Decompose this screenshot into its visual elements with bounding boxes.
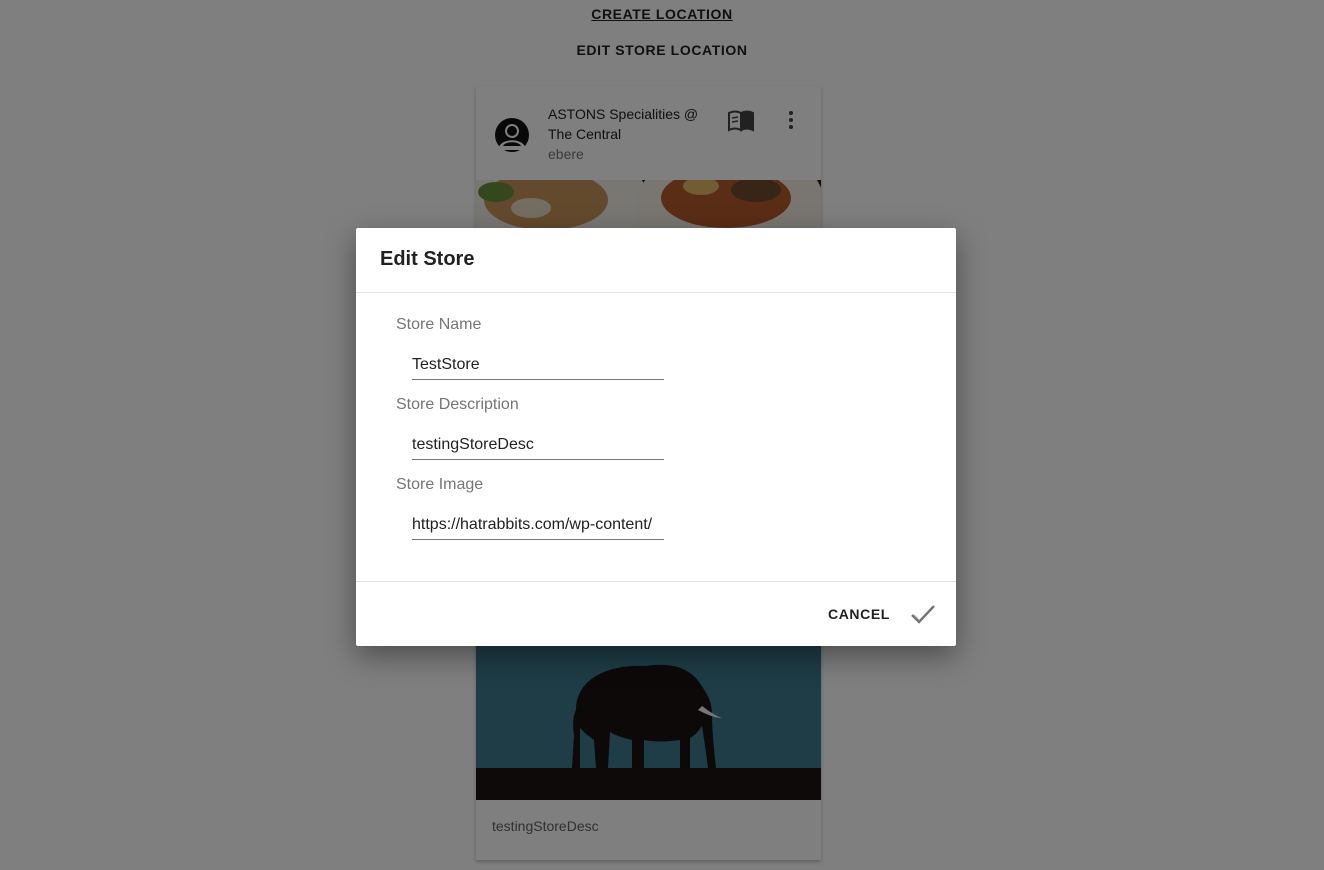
store-name-input[interactable]	[412, 350, 664, 380]
edit-store-dialog: Edit Store Store Name Store Description …	[356, 228, 956, 646]
cancel-button[interactable]: CANCEL	[818, 602, 900, 626]
confirm-button[interactable]	[908, 600, 938, 630]
store-image-label: Store Image	[396, 476, 484, 493]
dialog-title: Edit Store	[380, 248, 475, 270]
store-image-input[interactable]	[412, 510, 664, 540]
check-icon	[911, 605, 935, 624]
dialog-footer-divider	[356, 581, 956, 582]
dialog-header-divider	[356, 292, 956, 293]
store-name-label: Store Name	[396, 316, 482, 333]
store-description-label: Store Description	[396, 396, 519, 413]
store-description-input[interactable]	[412, 430, 664, 460]
page: CREATE LOCATION EDIT STORE LOCATION ASTO…	[0, 0, 1324, 870]
